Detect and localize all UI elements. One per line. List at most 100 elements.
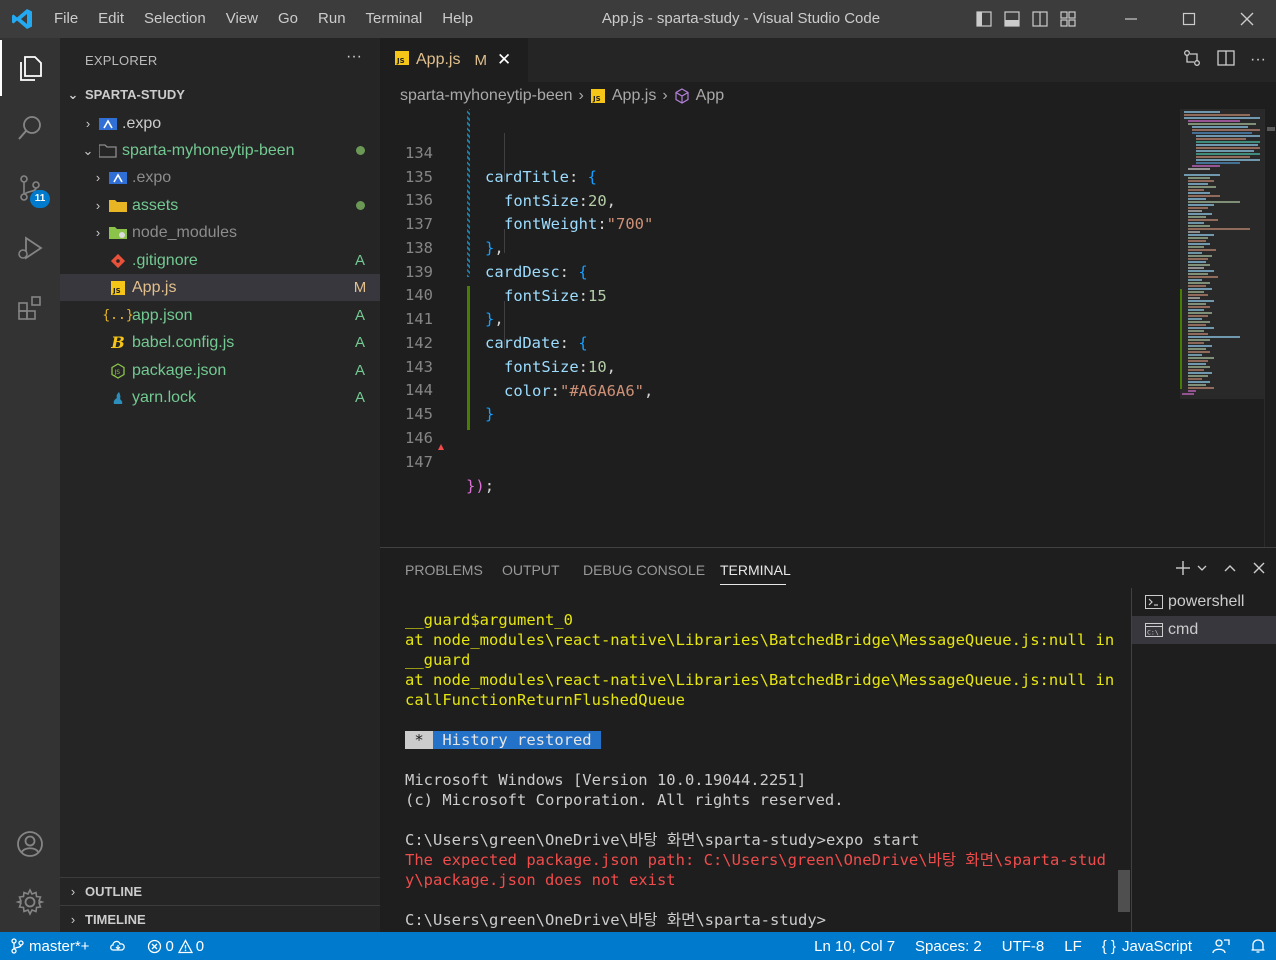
svg-text:C:\: C:\: [1147, 629, 1159, 637]
problems-indicator[interactable]: 0 0: [137, 932, 214, 960]
tree-file-app-js[interactable]: JS App.js M: [60, 274, 380, 301]
terminal-error-line: The expected package.json path: C:\Users…: [405, 851, 1106, 869]
indentation[interactable]: Spaces: 2: [905, 932, 992, 960]
toggle-secondary-sidebar-icon[interactable]: [1026, 0, 1054, 38]
search-icon[interactable]: [0, 100, 60, 156]
menu-go[interactable]: Go: [268, 0, 308, 38]
breadcrumb-file[interactable]: App.js: [612, 87, 656, 105]
workspace-root[interactable]: ⌄ SPARTA-STUDY: [60, 81, 380, 108]
more-actions-icon[interactable]: ···: [1250, 51, 1266, 69]
chevron-right-icon: ›: [662, 86, 668, 104]
maximize-icon[interactable]: [1160, 0, 1218, 38]
accounts-icon[interactable]: [0, 816, 60, 872]
terminal-instance-cmd[interactable]: C:\ cmd: [1132, 616, 1276, 644]
bottom-panel: PROBLEMS OUTPUT DEBUG CONSOLE TERMINAL _…: [380, 547, 1276, 933]
split-editor-icon[interactable]: [1216, 48, 1236, 73]
toggle-panel-icon[interactable]: [998, 0, 1026, 38]
chevron-down-icon: ⌄: [67, 86, 79, 102]
code-line: 142 fontSize:10,: [405, 334, 617, 376]
code-line: 146: [405, 429, 433, 447]
tree-file-yarn-lock[interactable]: yarn.lock A: [60, 384, 380, 411]
branch-indicator[interactable]: master*+: [0, 932, 99, 960]
settings-gear-icon[interactable]: [0, 874, 60, 930]
terminal-error-line: y\package.json does not exist: [405, 871, 676, 889]
tree-file-app-json[interactable]: {..} app.json A: [60, 302, 380, 329]
source-control-icon[interactable]: 11: [0, 160, 60, 216]
terminal-instance-powershell[interactable]: powershell: [1132, 588, 1276, 616]
minimize-icon[interactable]: [1102, 0, 1160, 38]
customize-layout-icon[interactable]: [1054, 0, 1082, 38]
symbol-cube-icon: [674, 87, 690, 104]
activity-bar: 11: [0, 38, 60, 932]
code-line: 147 });: [405, 453, 495, 495]
braces-icon: { }: [1101, 937, 1116, 955]
cmd-icon: C:\: [1144, 622, 1164, 638]
open-changes-icon[interactable]: [1182, 48, 1202, 73]
language-mode[interactable]: { } JavaScript: [1092, 932, 1202, 960]
explorer-icon[interactable]: [0, 40, 60, 96]
tree-file-babel-config[interactable]: B babel.config.js A: [60, 329, 380, 356]
sync-icon[interactable]: [99, 932, 137, 960]
error-icon: [147, 939, 162, 954]
terminal-line: __guard: [405, 651, 471, 669]
end-of-line[interactable]: LF: [1054, 932, 1092, 960]
editor-scrollbar[interactable]: [1264, 109, 1276, 547]
status-bar: master*+ 0 0 Ln 10, Col 7 Spaces: 2 UTF-…: [0, 932, 1276, 960]
tree-folder-node-modules[interactable]: › node_modules: [60, 219, 380, 246]
tree-folder-sparta-myhoneytip-been[interactable]: ⌄ sparta-myhoneytip-been: [60, 137, 380, 164]
tab-debug-console[interactable]: DEBUG CONSOLE: [583, 562, 705, 578]
terminal-dropdown-icon[interactable]: [1196, 561, 1208, 579]
menu-terminal[interactable]: Terminal: [356, 0, 433, 38]
terminal-line: callFunctionReturnFlushedQueue: [405, 691, 685, 709]
terminal-line: C:\Users\green\OneDrive\바탕 화면\sparta-stu…: [405, 831, 920, 849]
tab-problems[interactable]: PROBLEMS: [405, 562, 483, 578]
terminal-scrollbar[interactable]: [1118, 870, 1130, 912]
tab-app-js[interactable]: JS App.js M ✕: [380, 38, 528, 82]
feedback-icon[interactable]: [1202, 932, 1240, 960]
timeline-section[interactable]: › TIMELINE: [60, 905, 380, 933]
breadcrumb-symbol[interactable]: App: [696, 87, 724, 105]
code-line: 139 fontSize:15: [405, 263, 607, 305]
deleted-lines-marker: [438, 444, 444, 450]
expo-folder-icon: [96, 114, 120, 134]
close-window-icon[interactable]: [1218, 0, 1276, 38]
toggle-sidebar-icon[interactable]: [970, 0, 998, 38]
breadcrumb-folder[interactable]: sparta-myhoneytip-been: [400, 87, 573, 105]
tree-file-gitignore[interactable]: .gitignore A: [60, 247, 380, 274]
code-editor[interactable]: 134 cardTitle: { 135 fontSize:20, 136 fo…: [380, 109, 1180, 547]
menu-edit[interactable]: Edit: [88, 0, 134, 38]
terminal-output[interactable]: __guard$argument_0 at node_modules\react…: [405, 610, 1120, 930]
vscode-logo-icon: [0, 0, 44, 38]
explorer-more-actions[interactable]: ···: [346, 48, 362, 66]
menu-run[interactable]: Run: [308, 0, 356, 38]
menu-selection[interactable]: Selection: [134, 0, 216, 38]
encoding[interactable]: UTF-8: [992, 932, 1055, 960]
svg-text:JS: JS: [112, 287, 121, 295]
close-panel-icon[interactable]: [1252, 561, 1266, 580]
tree-folder-expo-root[interactable]: › .expo: [60, 110, 380, 137]
menu-file[interactable]: File: [44, 0, 88, 38]
extensions-icon[interactable]: [0, 280, 60, 336]
outline-section[interactable]: › OUTLINE: [60, 877, 380, 905]
code-line: 137 },: [405, 215, 504, 257]
new-terminal-icon[interactable]: [1174, 559, 1192, 582]
minimap[interactable]: [1180, 109, 1264, 547]
explorer-title: EXPLORER: [85, 52, 158, 68]
code-line: 140 },: [405, 286, 504, 328]
tree-folder-assets[interactable]: › assets: [60, 192, 380, 219]
run-debug-icon[interactable]: [0, 220, 60, 276]
maximize-panel-icon[interactable]: [1222, 560, 1238, 581]
chevron-down-icon: ⌄: [82, 142, 94, 158]
close-tab-icon[interactable]: ✕: [497, 50, 511, 70]
cursor-position[interactable]: Ln 10, Col 7: [804, 932, 905, 960]
notifications-bell-icon[interactable]: [1240, 932, 1276, 960]
menu-view[interactable]: View: [216, 0, 268, 38]
folder-changes-dot: [340, 197, 380, 214]
tab-terminal[interactable]: TERMINAL: [720, 562, 791, 578]
terminal-prompt: C:\Users\green\OneDrive\바탕 화면\sparta-stu…: [405, 911, 826, 929]
menu-help[interactable]: Help: [432, 0, 483, 38]
tree-file-package-json[interactable]: JS package.json A: [60, 357, 380, 384]
tab-output[interactable]: OUTPUT: [502, 562, 560, 578]
source-control-badge: 11: [30, 190, 50, 208]
tree-folder-expo[interactable]: › .expo: [60, 164, 380, 191]
